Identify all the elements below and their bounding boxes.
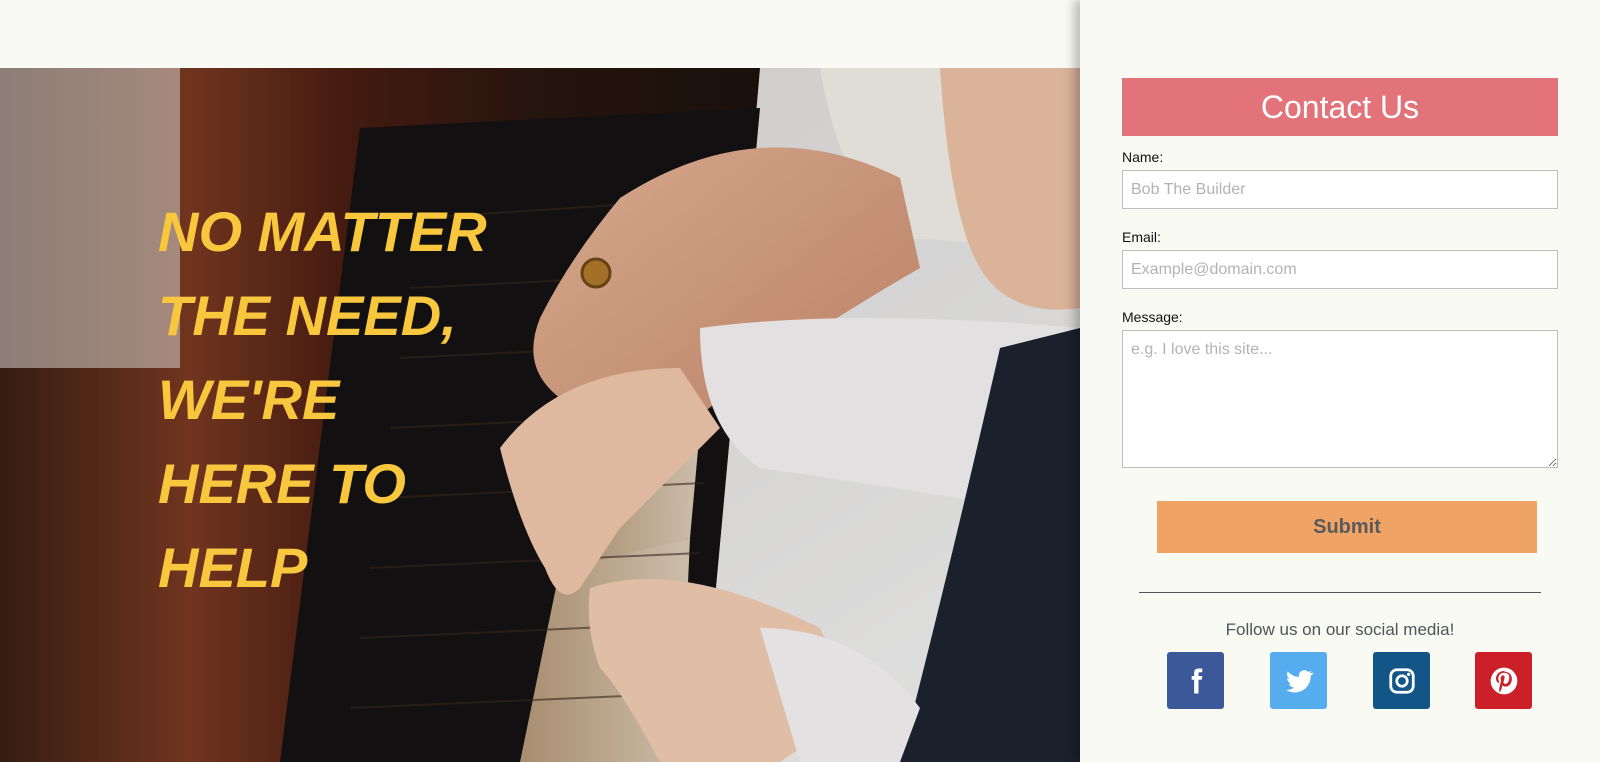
hero-image: NO MATTER THE NEED, WE'RE HERE TO HELP <box>0 68 1080 762</box>
email-label: Email: <box>1122 229 1161 245</box>
pinterest-button[interactable] <box>1475 652 1532 709</box>
twitter-icon <box>1285 669 1314 692</box>
social-caption: Follow us on our social media! <box>1225 620 1455 639</box>
contact-panel: Contact Us Name: Email: Message: Submit … <box>1080 0 1600 762</box>
twitter-button[interactable] <box>1270 652 1327 709</box>
contact-title: Contact Us <box>1122 78 1558 136</box>
submit-button[interactable]: Submit <box>1157 501 1537 553</box>
instagram-icon <box>1388 667 1415 694</box>
name-input[interactable] <box>1122 170 1558 209</box>
name-label: Name: <box>1122 149 1164 165</box>
instagram-button[interactable] <box>1373 652 1430 709</box>
facebook-button[interactable] <box>1167 652 1224 709</box>
hero-headline: NO MATTER THE NEED, WE'RE HERE TO HELP <box>158 200 487 599</box>
facebook-icon <box>1191 668 1202 693</box>
pinterest-icon <box>1490 667 1517 694</box>
page: NO MATTER THE NEED, WE'RE HERE TO HELP C… <box>0 0 1600 762</box>
top-strip <box>0 0 1080 68</box>
message-label: Message: <box>1122 309 1183 325</box>
message-textarea[interactable] <box>1122 330 1558 468</box>
divider <box>1139 592 1541 593</box>
email-input[interactable] <box>1122 250 1558 289</box>
